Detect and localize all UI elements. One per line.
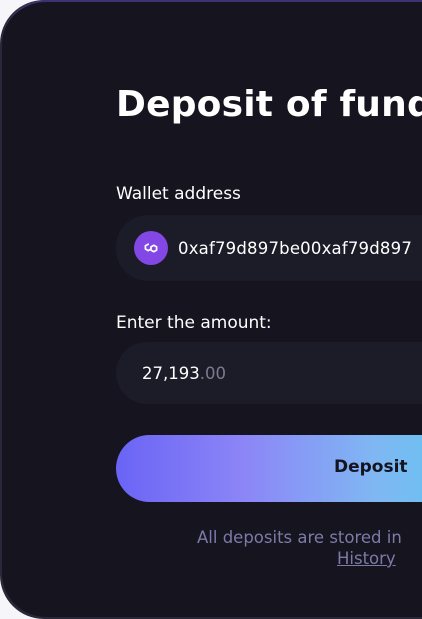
polygon-icon (134, 231, 168, 265)
amount-label: Enter the amount: (116, 313, 272, 333)
amount-integer: 27,193 (142, 363, 200, 383)
deposit-note: All deposits are stored in (197, 528, 402, 547)
history-link[interactable]: History (337, 549, 396, 568)
deposit-button[interactable]: Deposit (116, 435, 422, 502)
app-stage: Deposit of funds Wallet address 0xaf79d8… (0, 0, 422, 619)
deposit-button-label: Deposit (334, 457, 408, 477)
amount-input[interactable]: 27,193.00 (116, 342, 422, 404)
wallet-address-value: 0xaf79d897be00xaf79d897 (178, 238, 413, 258)
wallet-address-field[interactable]: 0xaf79d897be00xaf79d897 (116, 215, 422, 281)
wallet-address-label: Wallet address (116, 184, 241, 204)
amount-decimal: .00 (199, 363, 226, 383)
page-title: Deposit of funds (116, 84, 422, 125)
